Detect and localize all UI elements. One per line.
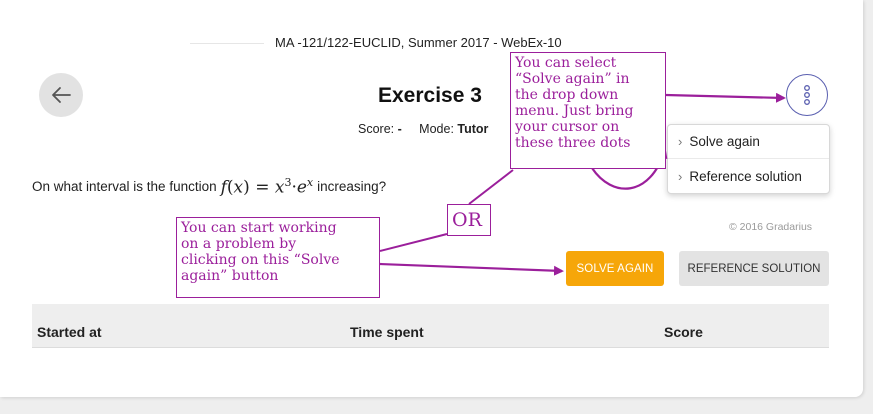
note-line: You can select (515, 55, 617, 71)
three-dots-vertical-icon (804, 85, 810, 105)
menu-item-solve-again[interactable]: › Solve again (668, 125, 829, 159)
solve-again-button[interactable]: SOLVE AGAIN (566, 251, 664, 286)
function-formula: f(x) = x3·ex (220, 176, 314, 198)
column-time-spent: Time spent (350, 324, 424, 340)
arrow-left-icon (52, 87, 71, 103)
question-prefix: On what interval is the function (32, 179, 217, 195)
question-suffix: increasing? (317, 179, 387, 195)
note-line: again” button (181, 268, 279, 284)
exercise-card: MA -121/122-EUCLID, Summer 2017 - WebEx-… (0, 0, 863, 397)
note-line: clicking on this “Solve (181, 252, 340, 268)
menu-item-label: Solve again (689, 134, 760, 149)
back-button[interactable] (39, 73, 83, 117)
column-started-at: Started at (37, 324, 102, 340)
score-label: Score: (358, 122, 395, 136)
score-value: - (397, 122, 402, 136)
page-title: Exercise 3 (378, 84, 482, 107)
attempts-table-header: Started at Time spent Score (32, 304, 829, 348)
note-line: on a problem by (181, 236, 297, 252)
menu-item-reference-solution[interactable]: › Reference solution (668, 159, 829, 193)
menu-item-label: Reference solution (689, 168, 802, 184)
chevron-right-icon: › (678, 134, 683, 149)
exercise-meta: Score: - Mode: Tutor (358, 122, 488, 136)
course-title: MA -121/122-EUCLID, Summer 2017 - WebEx-… (275, 35, 562, 50)
column-score: Score (664, 324, 703, 340)
course-divider (190, 43, 264, 44)
note-line: your cursor on (515, 119, 620, 135)
options-dropdown: › Solve again › Reference solution (667, 124, 830, 194)
chevron-right-icon: › (678, 168, 683, 184)
mode-value: Tutor (457, 122, 489, 136)
copyright-text: © 2016 Gradarius (729, 221, 813, 233)
note-line: “Solve again” in (515, 71, 630, 87)
note-line: You can start working (181, 220, 337, 236)
note-line: these three dots (515, 135, 631, 151)
reference-solution-button[interactable]: REFERENCE SOLUTION (679, 251, 829, 286)
more-options-button[interactable] (786, 74, 828, 116)
note-line: menu. Just bring (515, 103, 634, 119)
question-text: On what interval is the function f(x) = … (32, 176, 386, 198)
annotation-note-dropdown: You can select “Solve again” in the drop… (510, 52, 666, 169)
annotation-note-solve-button: You can start working on a problem by cl… (176, 217, 380, 298)
annotation-or-label: OR (447, 204, 491, 236)
note-line: the drop down (515, 87, 619, 103)
mode-label: Mode: (419, 122, 454, 136)
